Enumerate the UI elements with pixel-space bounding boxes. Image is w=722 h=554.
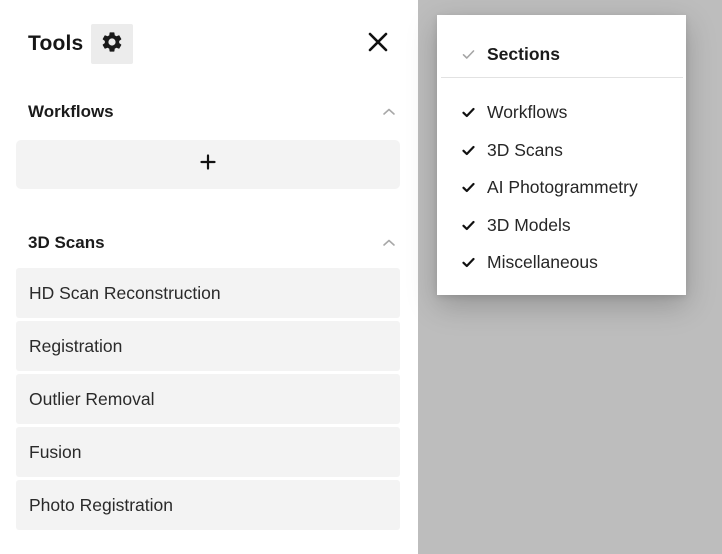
close-icon — [367, 31, 389, 58]
menu-item-label: 3D Scans — [487, 139, 563, 160]
menu-item-label: Miscellaneous — [487, 252, 598, 273]
checkmark-icon — [461, 106, 475, 120]
menu-item-miscellaneous[interactable]: Miscellaneous — [437, 244, 686, 282]
panel-header: Tools — [28, 24, 134, 64]
menu-item-label: 3D Models — [487, 214, 571, 235]
tool-item-label: HD Scan Reconstruction — [29, 282, 221, 303]
section-title-3d-scans: 3D Scans — [28, 233, 105, 252]
workflows-section-header[interactable]: Workflows — [28, 97, 395, 127]
scans-section-header[interactable]: 3D Scans — [28, 228, 395, 258]
checkmark-icon — [461, 143, 475, 157]
tool-item-label: Fusion — [29, 441, 82, 462]
close-button[interactable] — [364, 30, 392, 58]
tool-item-fusion[interactable]: Fusion — [16, 427, 400, 477]
checkmark-icon — [461, 47, 475, 61]
menu-item-label: AI Photogrammetry — [487, 177, 638, 198]
menu-item-3d-scans[interactable]: 3D Scans — [437, 132, 686, 170]
checkmark-icon — [461, 181, 475, 195]
menu-item-label: Workflows — [487, 102, 568, 123]
tool-item-label: Registration — [29, 335, 123, 356]
tools-panel: Tools Workflows 3D Scans HD Scan Reconst… — [0, 0, 418, 554]
section-title-workflows: Workflows — [28, 102, 114, 121]
chevron-up-icon[interactable] — [380, 234, 398, 252]
sections-dropdown-menu: Sections Workflows 3D Scans AI Photogram… — [437, 15, 686, 295]
plus-icon — [200, 154, 216, 175]
add-workflow-button[interactable] — [16, 140, 400, 189]
checkmark-icon — [461, 218, 475, 232]
menu-item-ai-photogrammetry[interactable]: AI Photogrammetry — [437, 169, 686, 207]
sections-menu-title: Sections — [487, 43, 560, 64]
menu-item-3d-models[interactable]: 3D Models — [437, 207, 686, 245]
tool-item-photo-registration[interactable]: Photo Registration — [16, 480, 400, 530]
sections-menu-list: Workflows 3D Scans AI Photogrammetry 3D … — [437, 94, 686, 282]
tool-item-label: Outlier Removal — [29, 388, 155, 409]
settings-button[interactable] — [91, 24, 134, 64]
scan-tools-list: HD Scan Reconstruction Registration Outl… — [16, 268, 400, 533]
gear-icon — [100, 30, 124, 59]
tool-item-label: Photo Registration — [29, 494, 173, 515]
menu-item-workflows[interactable]: Workflows — [437, 94, 686, 132]
tool-item-hd-scan-reconstruction[interactable]: HD Scan Reconstruction — [16, 268, 400, 318]
sections-menu-header[interactable]: Sections — [437, 37, 686, 71]
tool-item-registration[interactable]: Registration — [16, 321, 400, 371]
tool-item-outlier-removal[interactable]: Outlier Removal — [16, 374, 400, 424]
checkmark-icon — [461, 256, 475, 270]
panel-title: Tools — [28, 32, 84, 55]
menu-divider — [441, 77, 683, 78]
chevron-up-icon[interactable] — [380, 103, 398, 121]
